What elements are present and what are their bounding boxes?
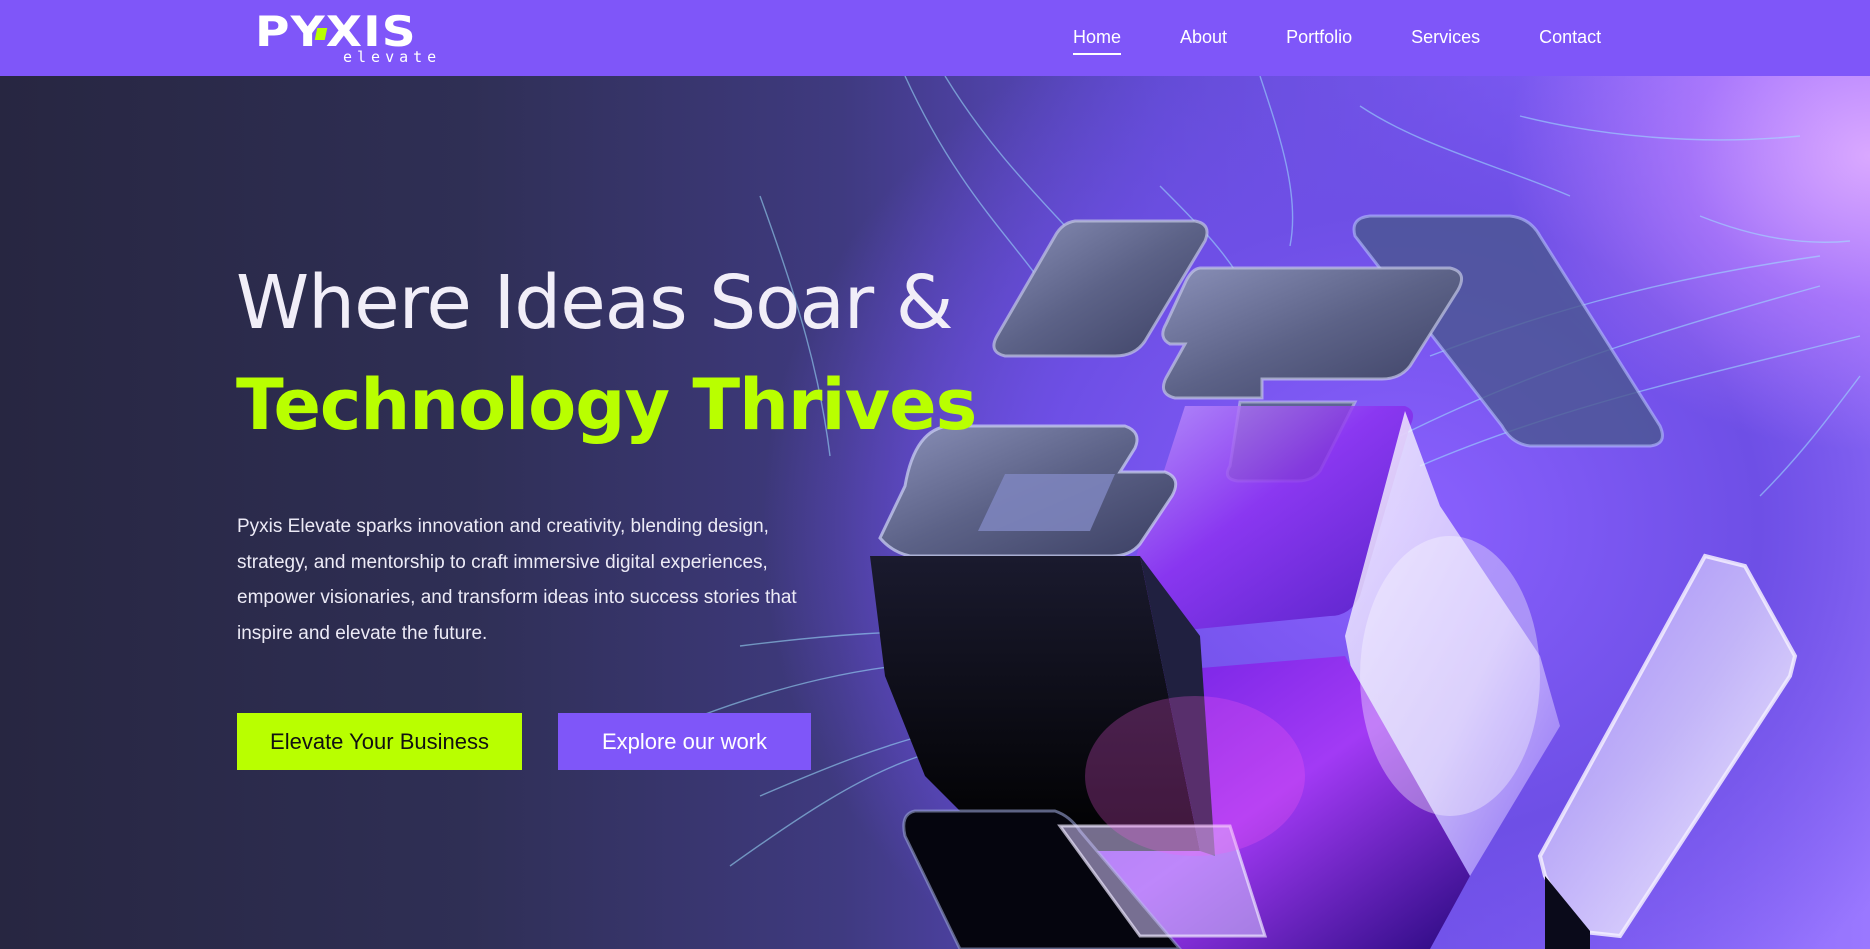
- nav-item-home[interactable]: Home: [1073, 27, 1122, 55]
- brand-logo[interactable]: PYXIS elevate: [255, 7, 451, 67]
- main-nav: Home About Portfolio Services Contact: [1073, 0, 1660, 76]
- elevate-business-button[interactable]: Elevate Your Business: [237, 713, 522, 770]
- nav-item-contact[interactable]: Contact: [1539, 27, 1601, 50]
- nav-item-portfolio[interactable]: Portfolio: [1286, 27, 1352, 50]
- logo-wordmark: PYXIS: [255, 7, 417, 56]
- nav-item-about[interactable]: About: [1180, 27, 1227, 50]
- hero-description: Pyxis Elevate sparks innovation and crea…: [237, 516, 797, 644]
- logo-tagline: elevate: [343, 48, 442, 66]
- hero-headline-line2: Technology Thrives: [236, 364, 977, 447]
- hero-section: Where Ideas Soar & Technology Thrives Py…: [0, 76, 1870, 949]
- landing-page: PYXIS elevate Home About Portfolio Servi…: [0, 0, 1870, 949]
- hero-headline-line1: Where Ideas Soar &: [236, 259, 953, 346]
- site-header: PYXIS elevate Home About Portfolio Servi…: [0, 0, 1870, 76]
- explore-work-button[interactable]: Explore our work: [558, 713, 811, 770]
- nav-item-services[interactable]: Services: [1411, 27, 1480, 50]
